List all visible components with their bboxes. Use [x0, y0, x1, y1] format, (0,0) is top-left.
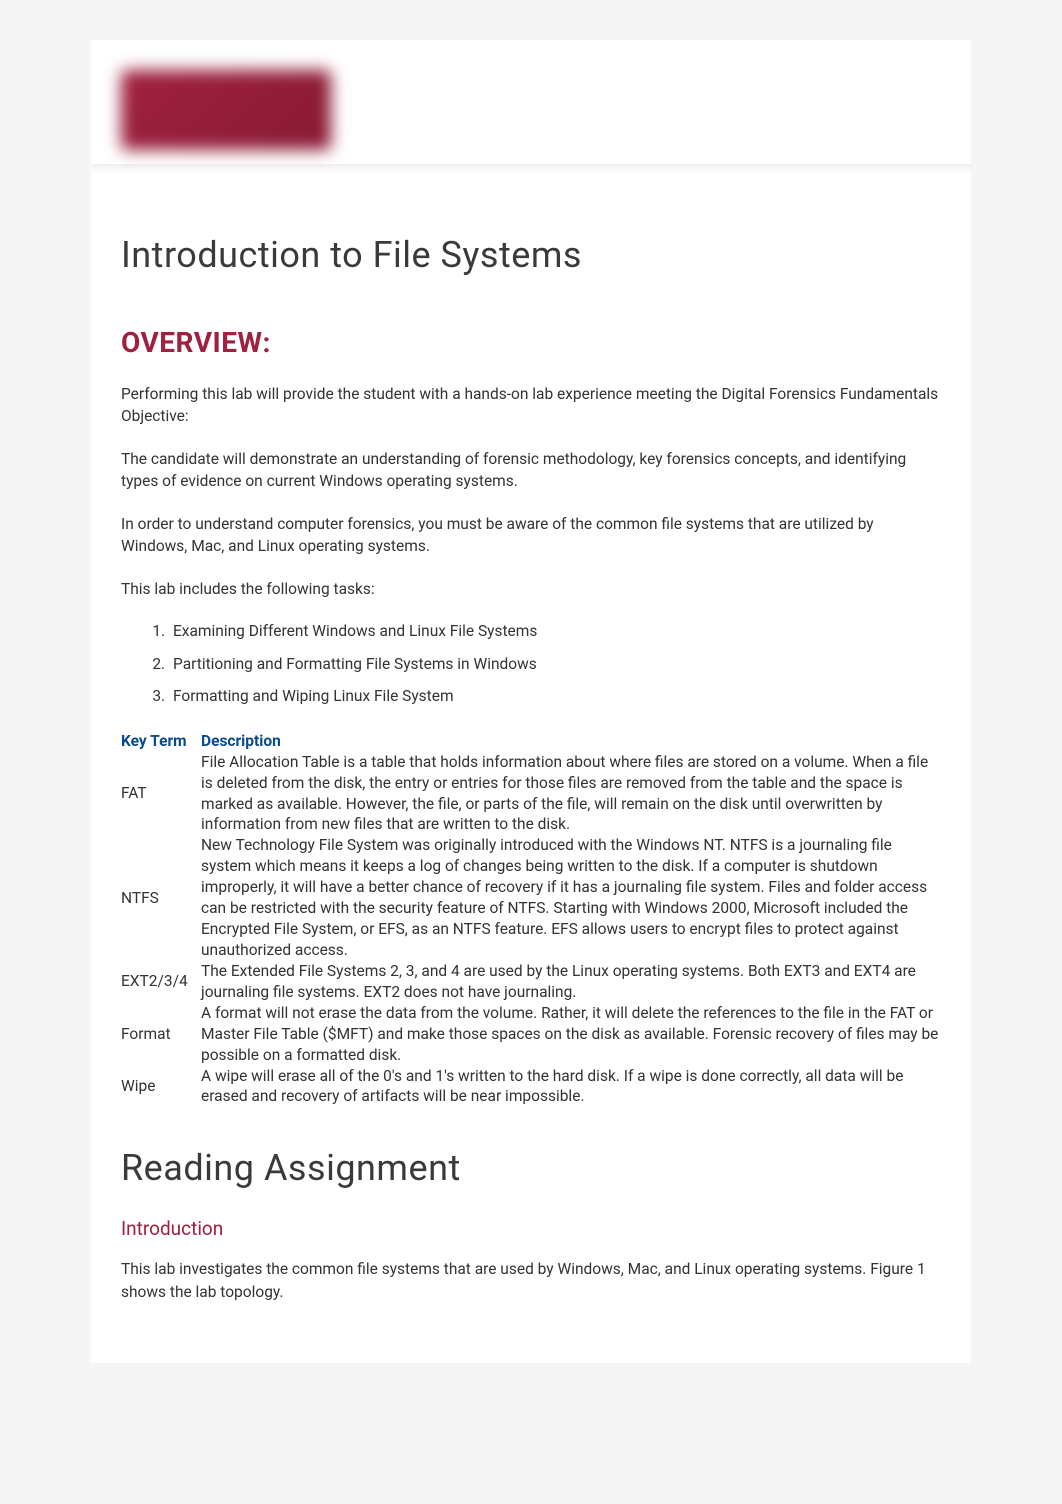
- description-cell: A format will not erase the data from th…: [201, 1003, 941, 1066]
- overview-paragraph-3: In order to understand computer forensic…: [121, 513, 941, 558]
- reading-assignment-heading: Reading Assignment: [121, 1147, 941, 1189]
- introduction-heading: Introduction: [121, 1217, 941, 1240]
- introduction-paragraph: This lab investigates the common file sy…: [121, 1258, 941, 1303]
- key-term-header-label: Key Term: [121, 732, 201, 750]
- description-cell: A wipe will erase all of the 0's and 1's…: [201, 1066, 941, 1108]
- document-page: Introduction to File Systems OVERVIEW: P…: [91, 40, 971, 1363]
- task-item: Partitioning and Formatting File Systems…: [169, 653, 941, 675]
- term-cell: FAT: [121, 783, 201, 804]
- task-item: Formatting and Wiping Linux File System: [169, 685, 941, 707]
- page-title: Introduction to File Systems: [121, 234, 941, 276]
- document-content: Introduction to File Systems OVERVIEW: P…: [91, 194, 971, 1363]
- term-cell: NTFS: [121, 888, 201, 909]
- table-row: EXT2/3/4 The Extended File Systems 2, 3,…: [121, 961, 941, 1003]
- term-cell: Format: [121, 1024, 201, 1045]
- overview-paragraph-4: This lab includes the following tasks:: [121, 578, 941, 600]
- table-row: Format A format will not erase the data …: [121, 1003, 941, 1066]
- description-header-label: Description: [201, 732, 941, 750]
- overview-paragraph-1: Performing this lab will provide the stu…: [121, 383, 941, 428]
- overview-paragraph-2: The candidate will demonstrate an unders…: [121, 448, 941, 493]
- table-row: NTFS New Technology File System was orig…: [121, 835, 941, 961]
- tasks-list: Examining Different Windows and Linux Fi…: [169, 620, 941, 707]
- table-row: Wipe A wipe will erase all of the 0's an…: [121, 1066, 941, 1108]
- overview-heading: OVERVIEW:: [121, 326, 941, 359]
- table-row: FAT File Allocation Table is a table tha…: [121, 752, 941, 836]
- logo-image: [121, 70, 331, 150]
- description-cell: The Extended File Systems 2, 3, and 4 ar…: [201, 961, 941, 1003]
- key-terms-table: FAT File Allocation Table is a table tha…: [121, 752, 941, 1108]
- logo-area: [91, 40, 971, 194]
- logo-shadow: [91, 164, 971, 174]
- description-cell: New Technology File System was originall…: [201, 835, 941, 961]
- term-cell: EXT2/3/4: [121, 971, 201, 992]
- term-cell: Wipe: [121, 1076, 201, 1097]
- description-cell: File Allocation Table is a table that ho…: [201, 752, 941, 836]
- task-item: Examining Different Windows and Linux Fi…: [169, 620, 941, 642]
- key-terms-header: Key Term Description: [121, 732, 941, 750]
